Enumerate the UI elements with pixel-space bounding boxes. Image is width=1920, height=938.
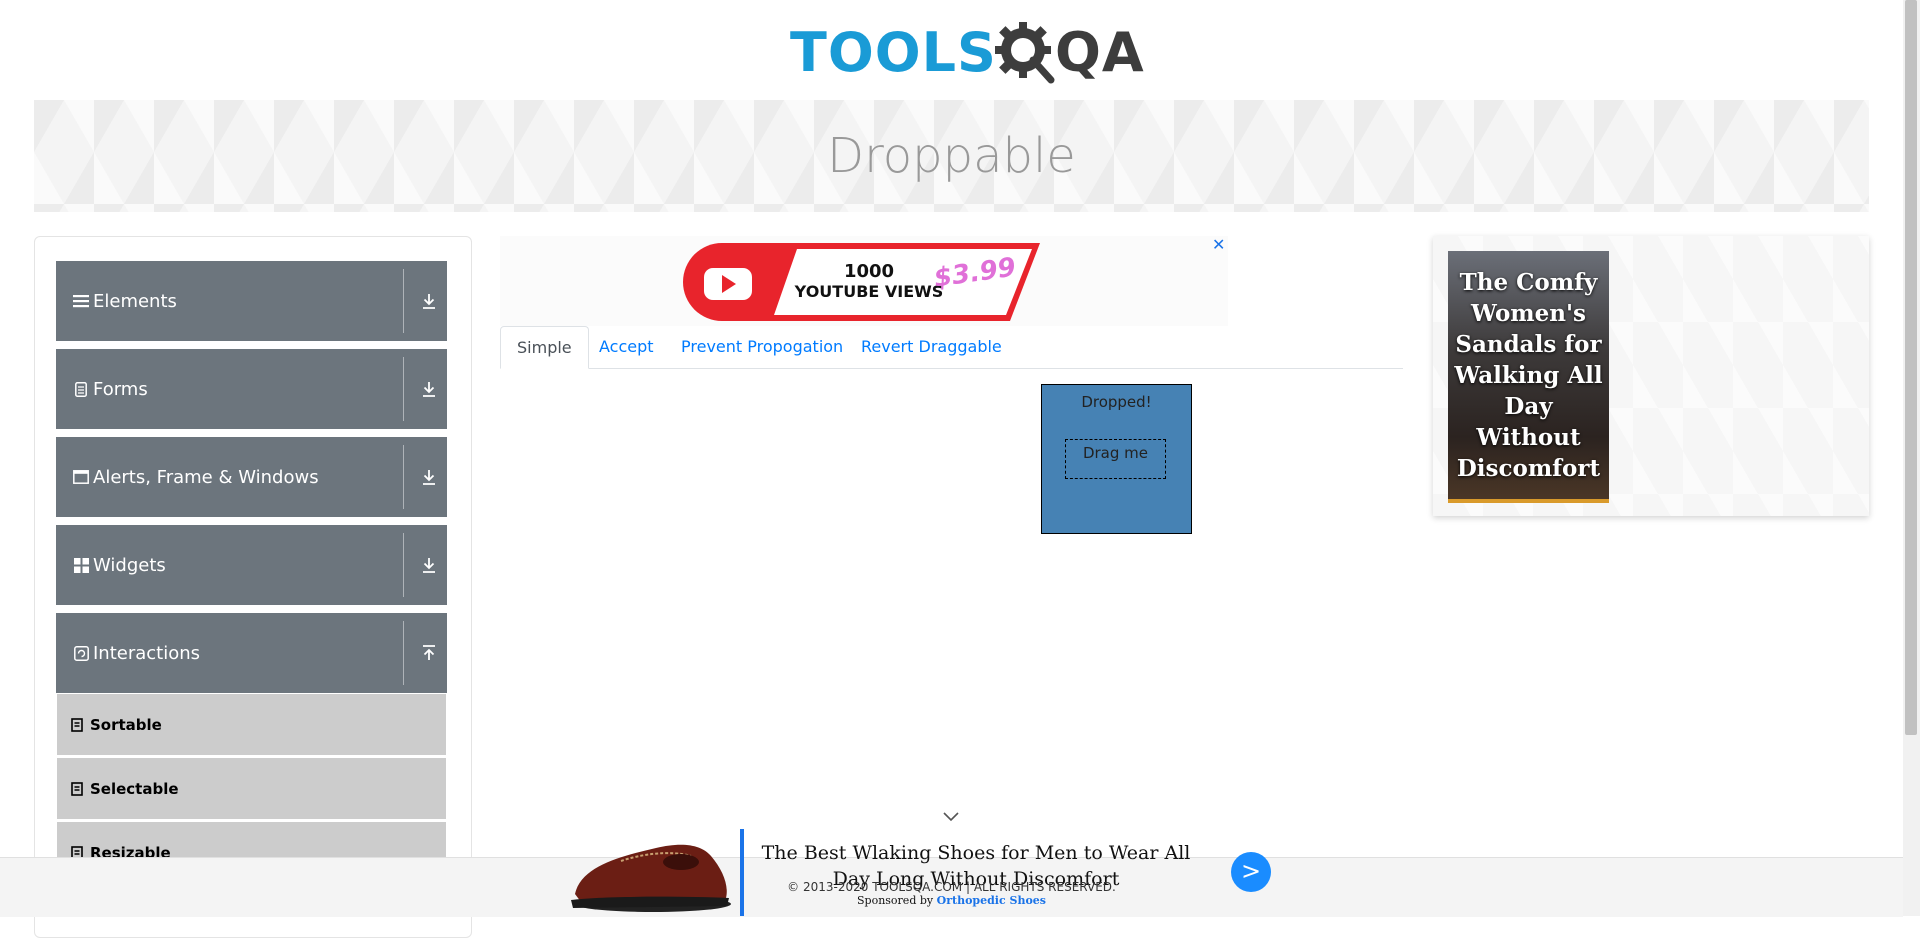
divider: [403, 621, 404, 685]
droppable-tabs: Simple Accept Prevent Propogation Revert…: [500, 326, 1403, 369]
sidebar-group-label: Interactions: [93, 642, 201, 664]
gear-magnifier-icon: [994, 22, 1055, 84]
divider: [403, 445, 404, 509]
close-icon[interactable]: ✕: [1212, 235, 1225, 254]
sidebar-item-sortable[interactable]: Sortable: [57, 694, 446, 755]
copyright-text: © 2013-2020 TOOLSQA.COM | ALL RIGHTS RES…: [787, 880, 1116, 894]
download-arrow-icon[interactable]: [421, 293, 437, 309]
sponsored-prefix: Sponsored by: [857, 894, 934, 907]
window-icon: [73, 469, 89, 485]
upload-arrow-icon[interactable]: [421, 645, 437, 661]
document-icon: [71, 717, 83, 732]
sidebar-group-label: Elements: [93, 290, 177, 312]
form-icon: [73, 381, 89, 397]
hamburger-icon: [73, 293, 89, 309]
tab-accept[interactable]: Accept: [583, 326, 670, 367]
download-arrow-icon[interactable]: [421, 381, 437, 397]
scrollbar-thumb[interactable]: [1905, 0, 1917, 735]
tab-simple[interactable]: Simple: [500, 326, 589, 369]
sidebar-group-interactions[interactable]: Interactions: [56, 613, 447, 693]
refresh-icon: [73, 645, 89, 661]
download-arrow-icon[interactable]: [421, 557, 437, 573]
youtube-ad-graphic: 1000 YOUTUBE VIEWS $3.99: [683, 243, 1040, 321]
tab-prevent-propogation[interactable]: Prevent Propogation: [665, 326, 859, 367]
sidebar-group-label: Widgets: [93, 554, 166, 576]
logo-tools-text: TOOLS: [790, 21, 997, 84]
sidebar-item-label: Selectable: [90, 779, 179, 798]
drop-status-text: Dropped!: [1081, 393, 1152, 411]
sidebar-item-label: Sortable: [90, 715, 162, 734]
sidebar-group-alerts[interactable]: Alerts, Frame & Windows: [56, 437, 447, 517]
sandals-ad-card[interactable]: The Comfy Women's Sandals for Walking Al…: [1448, 251, 1609, 503]
sidebar: Elements Forms Alerts, Frame & Windows W…: [34, 236, 472, 938]
toolsqa-logo[interactable]: TOOLS QA: [790, 14, 1145, 92]
sidebar-ad[interactable]: The Comfy Women's Sandals for Walking Al…: [1433, 236, 1869, 516]
sponsored-line: Sponsored by Orthopedic Shoes: [0, 894, 1903, 907]
document-icon: [71, 781, 83, 796]
divider: [403, 533, 404, 597]
draggable-box[interactable]: Drag me: [1065, 439, 1166, 479]
sponsor-link[interactable]: Orthopedic Shoes: [937, 894, 1046, 907]
sidebar-group-label: Alerts, Frame & Windows: [93, 466, 319, 488]
droppable-target[interactable]: Dropped! Drag me: [1041, 384, 1192, 534]
sidebar-group-widgets[interactable]: Widgets: [56, 525, 447, 605]
sidebar-group-elements[interactable]: Elements: [56, 261, 447, 341]
grid-icon: [73, 557, 89, 573]
sidebar-item-selectable[interactable]: Selectable: [57, 758, 446, 819]
tab-revert-draggable[interactable]: Revert Draggable: [845, 326, 1018, 367]
divider: [403, 357, 404, 421]
download-arrow-icon[interactable]: [421, 469, 437, 485]
page-title-banner: Droppable: [34, 100, 1869, 212]
sandals-ad-text: The Comfy Women's Sandals for Walking Al…: [1454, 268, 1603, 482]
sidebar-group-label: Forms: [93, 378, 148, 400]
youtube-views-ad[interactable]: 1000 YOUTUBE VIEWS $3.99: [500, 236, 1228, 326]
sidebar-group-forms[interactable]: Forms: [56, 349, 447, 429]
page-title: Droppable: [827, 128, 1076, 184]
divider: [403, 269, 404, 333]
ad-line2-text: YOUTUBE VIEWS: [794, 282, 944, 301]
ad-line1-text: 1000: [844, 261, 894, 282]
logo-qa-text: QA: [1054, 21, 1145, 84]
chevron-down-icon[interactable]: [943, 812, 959, 822]
page-header: TOOLS QA: [0, 0, 1903, 100]
